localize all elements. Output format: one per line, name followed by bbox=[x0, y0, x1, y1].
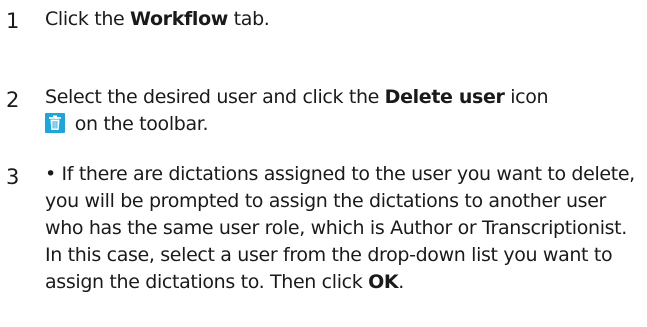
instruction-steps: 1 Click the Workflow tab. 2 Select the d… bbox=[0, 0, 647, 327]
ok-label: OK bbox=[368, 271, 399, 293]
step-text-part: on the toolbar. bbox=[69, 113, 209, 135]
step-text-part: icon bbox=[504, 86, 549, 108]
trash-icon bbox=[45, 113, 65, 133]
step-text-part: tab. bbox=[227, 8, 270, 30]
step-text-part: Click the bbox=[45, 8, 131, 30]
step-text: Click the Workflow tab. bbox=[45, 6, 645, 33]
step-number: 3 bbox=[6, 165, 20, 189]
step-text-part: Select the desired user and click the bbox=[45, 86, 385, 108]
bullet: • bbox=[45, 163, 56, 185]
step-text: Select the desired user and click the De… bbox=[45, 84, 645, 138]
step-text-part: If there are dictations assigned to the … bbox=[45, 163, 635, 293]
step-text-part: . bbox=[398, 271, 404, 293]
delete-user-label: Delete user bbox=[384, 86, 505, 108]
workflow-tab-label: Workflow bbox=[130, 8, 228, 30]
step-number: 1 bbox=[6, 9, 20, 33]
step-number: 2 bbox=[6, 88, 20, 112]
step-text: • If there are dictations assigned to th… bbox=[45, 161, 645, 296]
